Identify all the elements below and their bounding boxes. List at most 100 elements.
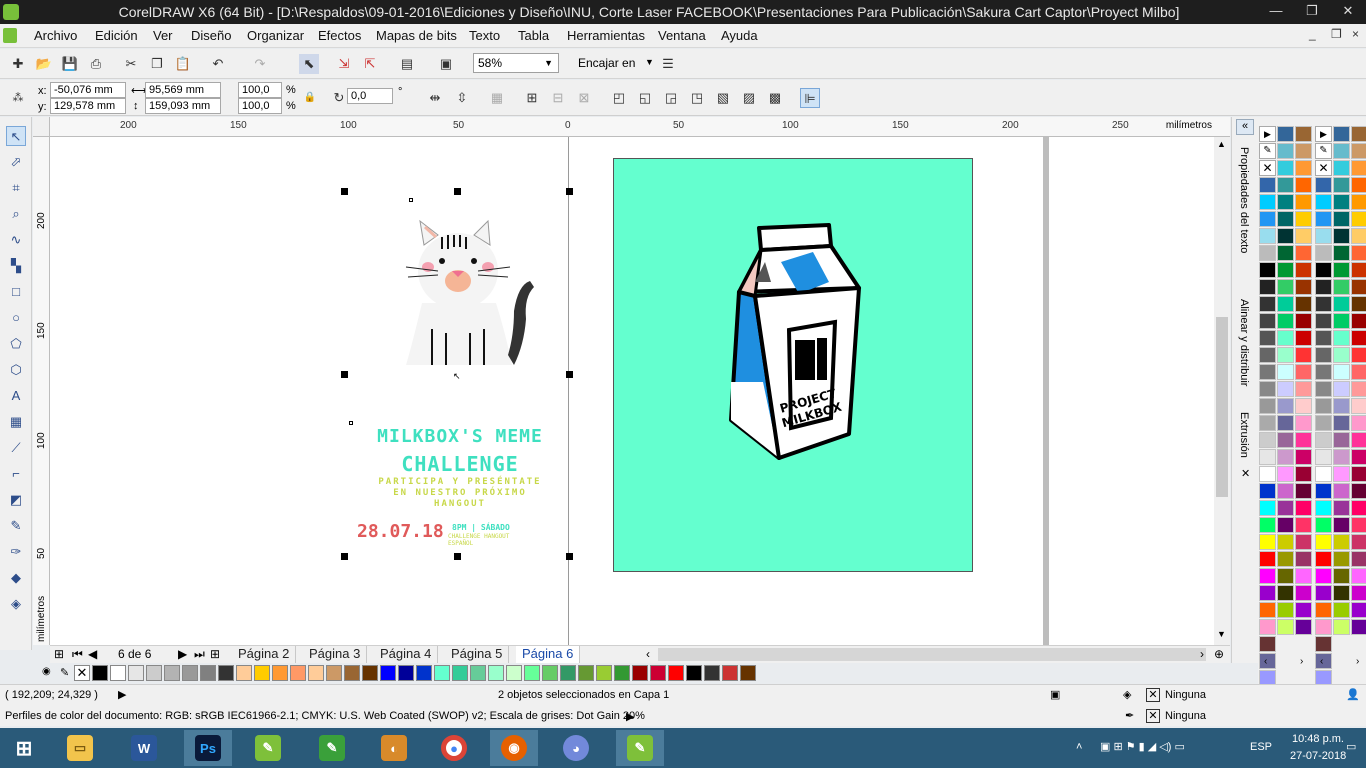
redo-icon[interactable]: ↷ [250,54,270,74]
palette-color-swatch[interactable] [1333,313,1350,329]
palette-color-swatch[interactable] [1351,177,1366,193]
color-swatch[interactable] [650,665,666,681]
polygon-tool-icon[interactable]: ⬠ [6,334,26,354]
palette-color-swatch[interactable] [1259,585,1276,601]
palette-eyedropper-icon[interactable]: ✎ [1315,143,1332,159]
horizontal-ruler[interactable]: 200 150 100 50 0 50 100 150 200 250 milí… [50,117,1230,137]
palette-menu-icon[interactable]: ◉ [42,666,51,677]
profile-expand-icon[interactable]: ▶ [626,710,634,723]
palette-color-swatch[interactable] [1315,466,1332,482]
menu-ventana[interactable]: Ventana [658,28,706,43]
palette-color-swatch[interactable] [1277,330,1294,346]
color-swatch[interactable] [488,665,504,681]
trim-icon[interactable]: ◲ [661,88,681,108]
palette-color-swatch[interactable] [1295,534,1312,550]
fill-none-icon[interactable]: ✕ [1146,688,1160,702]
palette-color-swatch[interactable] [1295,313,1312,329]
palette-color-swatch[interactable] [1259,619,1276,635]
object-origin-icon[interactable]: ⁂ [8,88,28,108]
palette-color-swatch[interactable] [1333,585,1350,601]
palette-color-swatch[interactable] [1295,585,1312,601]
snap-to-dropdown[interactable]: Encajar en [578,56,635,70]
options-icon[interactable]: ☰ [658,54,678,74]
palette-color-swatch[interactable] [1333,381,1350,397]
color-swatch[interactable] [632,665,648,681]
selection-handle[interactable] [566,553,573,560]
color-swatch[interactable] [668,665,684,681]
corel-photo-icon[interactable]: ◐ [370,730,418,766]
palette-color-swatch[interactable] [1315,636,1332,652]
palette-color-swatch[interactable] [1351,381,1366,397]
selection-handle[interactable] [454,188,461,195]
palette-color-swatch[interactable] [1351,330,1366,346]
palette-color-swatch[interactable] [1295,279,1312,295]
palette-color-swatch[interactable] [1259,228,1276,244]
color-profile-info[interactable]: Perfiles de color del documento: RGB: sR… [5,710,645,722]
undo-icon[interactable]: ↶ [208,54,228,74]
palette-color-swatch[interactable] [1351,262,1366,278]
event-time[interactable]: 8PM | SÁBADO [452,523,510,532]
palette-color-swatch[interactable] [1351,398,1366,414]
color-swatch[interactable] [506,665,522,681]
subtitle-line-1[interactable]: PARTICIPA Y PRESÉNTATE [350,477,570,487]
palette-color-swatch[interactable] [1351,602,1366,618]
clock-time[interactable]: 10:48 p.m. [1292,733,1344,745]
color-swatch[interactable] [416,665,432,681]
palette-color-swatch[interactable] [1333,245,1350,261]
menu-texto[interactable]: Texto [469,28,500,43]
palette-color-swatch[interactable] [1259,517,1276,533]
add-page-after-icon[interactable]: ⊞ [210,647,220,661]
palette-color-swatch[interactable] [1333,347,1350,363]
eyedropper-tool-icon[interactable]: ✎ [6,516,26,536]
color-swatch[interactable] [128,665,144,681]
cut-icon[interactable]: ✂ [121,54,141,74]
palette-color-swatch[interactable] [1351,585,1366,601]
palette-color-swatch[interactable] [1315,653,1332,669]
eyedropper-icon[interactable]: ✎ [60,666,69,679]
palette-color-swatch[interactable] [1259,653,1276,669]
selection-handle[interactable] [566,371,573,378]
scroll-up-icon[interactable]: ▲ [1217,139,1226,149]
smart-fill-tool-icon[interactable]: ▚ [6,256,26,276]
palette-color-swatch[interactable] [1277,245,1294,261]
palette-color-swatch[interactable] [1259,262,1276,278]
palette-color-swatch[interactable] [1315,364,1332,380]
vertical-ruler[interactable]: 200 150 100 50 milímetros [33,137,50,645]
y-position-field[interactable]: 129,578 mm [50,98,126,114]
interactive-tool-icon[interactable]: ◩ [6,490,26,510]
palette-color-swatch[interactable] [1295,160,1312,176]
minimize-button[interactable]: — [1258,0,1294,24]
palette-color-swatch[interactable] [1333,619,1350,635]
palette-color-swatch[interactable] [1351,432,1366,448]
palette-color-swatch[interactable] [1277,279,1294,295]
vertical-scrollbar[interactable]: ▲ ▼ [1214,137,1230,645]
previous-page-icon[interactable]: ◀ [88,647,97,661]
event-detail-1[interactable]: CHALLENGE HANGOUT [448,533,509,540]
menu-ver[interactable]: Ver [153,28,173,43]
palette-color-swatch[interactable] [1351,160,1366,176]
palette-color-swatch[interactable] [1295,177,1312,193]
intersect-icon[interactable]: ◳ [687,88,707,108]
milk-carton-illustration[interactable] [725,222,865,467]
menu-organizar[interactable]: Organizar [247,28,304,43]
palette-color-swatch[interactable] [1259,500,1276,516]
palette-color-swatch[interactable] [1259,177,1276,193]
clock-date[interactable]: 27-07-2018 [1290,750,1346,762]
palette-color-swatch[interactable] [1315,330,1332,346]
palette-color-swatch[interactable] [1315,398,1332,414]
palette-color-swatch[interactable] [1351,245,1366,261]
palette-color-swatch[interactable] [1351,466,1366,482]
fill-bucket-icon[interactable]: ◈ [1123,688,1131,701]
user-icon[interactable]: 👤 [1346,688,1360,701]
export-icon[interactable]: ⇱ [360,54,380,74]
palette-color-swatch[interactable] [1259,534,1276,550]
palette-color-swatch[interactable] [1277,551,1294,567]
fill-tool-icon[interactable]: ◆ [6,568,26,588]
event-detail-2[interactable]: ESPAÑOL [448,540,473,547]
full-screen-preview-icon[interactable]: ▣ [436,54,456,74]
palette-color-swatch[interactable] [1315,483,1332,499]
palette-color-swatch[interactable] [1295,398,1312,414]
interactive-fill-tool-icon[interactable]: ◈ [6,594,26,614]
palette-color-swatch[interactable] [1259,551,1276,567]
menu-mapas-de-bits[interactable]: Mapas de bits [376,28,457,43]
